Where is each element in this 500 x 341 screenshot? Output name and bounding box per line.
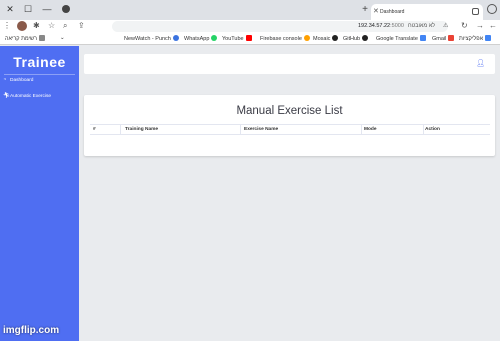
sidebar-divider: [4, 74, 75, 75]
browser-titlebar: ✕ ☐ — + ✕ Dashboard: [0, 0, 500, 20]
more-menu-icon[interactable]: ⋮: [3, 21, 11, 30]
new-tab-button[interactable]: +: [362, 4, 368, 15]
mosaic-icon: [332, 35, 339, 41]
user-icon[interactable]: 👤︎: [476, 59, 485, 67]
sidebar-item-automatic-exercise[interactable]: 🏃︎Automatic Exercise: [3, 92, 51, 101]
brand-title[interactable]: Trainee: [0, 54, 79, 70]
bookmarks-overflow-icon[interactable]: ⌄: [60, 35, 65, 41]
profile-avatar[interactable]: [17, 21, 27, 31]
column-header-number: #: [93, 127, 96, 132]
chrome-menu-icon[interactable]: [487, 4, 497, 14]
browser-tab[interactable]: ✕ Dashboard: [371, 4, 483, 20]
back-icon[interactable]: ←: [489, 21, 497, 30]
bookmark-gmail[interactable]: Gmail: [432, 35, 455, 42]
running-person-icon: 🏃︎: [3, 93, 10, 99]
minimize-window-icon[interactable]: —: [39, 2, 55, 16]
url-text: 192.34.57.22:5000: [358, 23, 404, 29]
bookmark-punch[interactable]: NewWatch - Punch: [124, 35, 179, 42]
column-header-mode: Mode: [364, 127, 377, 132]
gmail-icon: [448, 35, 455, 41]
zoom-icon[interactable]: ⌕: [63, 21, 67, 31]
top-navbar: 👤︎: [84, 54, 495, 74]
punch-icon: [172, 35, 179, 41]
insecure-label: לא מאובטח: [408, 23, 436, 29]
column-header-action: Action: [425, 127, 440, 132]
page-title: Manual Exercise List: [236, 105, 343, 117]
tab-title: Dashboard: [380, 9, 405, 15]
bookmark-firebase[interactable]: Firebase console: [260, 35, 310, 42]
bookmark-translate[interactable]: Google Translate: [376, 35, 426, 42]
youtube-icon: [245, 35, 252, 41]
close-window-icon[interactable]: ✕: [2, 2, 18, 16]
reload-icon[interactable]: ↻: [461, 21, 468, 30]
bookmark-github[interactable]: GitHub: [343, 35, 369, 42]
sidebar-item-dashboard[interactable]: ◔ Dashboard: [3, 76, 33, 85]
dashboard-icon: ◔: [3, 77, 7, 83]
bookmark-mosaic[interactable]: Mosaic: [313, 35, 339, 42]
browser-toolbar: ⋮ ✱ ☆ ⌕ ⇪ 192.34.57.22:5000 לא מאובטח ⚠ …: [0, 20, 500, 33]
tab-search-icon[interactable]: [62, 5, 70, 13]
extensions-icon[interactable]: ✱: [33, 21, 40, 30]
maximize-window-icon[interactable]: ☐: [20, 2, 36, 16]
bookmark-whatsapp[interactable]: WhatsApp: [184, 35, 218, 42]
table-header: # Training Name Exercise Name Mode Actio…: [90, 124, 490, 135]
tab-close-icon[interactable]: ✕: [373, 7, 379, 15]
bookmarks-bar: ⌄ רשימת קריאה NewWatch - Punch WhatsApp …: [0, 33, 500, 45]
bookmark-star-icon[interactable]: ☆: [48, 21, 55, 30]
address-bar[interactable]: 192.34.57.22:5000 לא מאובטח ⚠: [112, 21, 448, 32]
imgflip-watermark: imgflip.com: [3, 325, 60, 336]
translate-icon: [419, 35, 426, 41]
bookmark-youtube[interactable]: YouTube: [222, 35, 252, 42]
sidebar: Trainee ◔ Dashboard 🏃︎Automatic Exercise: [0, 46, 79, 341]
tab-favicon-icon: [472, 8, 479, 15]
share-icon[interactable]: ⇪: [78, 21, 85, 30]
page-content: Trainee ◔ Dashboard 🏃︎Automatic Exercise …: [0, 46, 500, 341]
apps-icon: [485, 35, 492, 41]
bookmark-apps[interactable]: אפליקציות: [459, 35, 492, 42]
warning-icon[interactable]: ⚠: [443, 22, 448, 29]
forward-icon[interactable]: →: [476, 21, 484, 30]
column-header-exercise-name: Exercise Name: [244, 127, 279, 132]
exercise-list-card: Manual Exercise List # Training Name Exe…: [84, 95, 495, 156]
whatsapp-icon: [211, 35, 218, 41]
bookmark-reading-list[interactable]: רשימת קריאה: [5, 35, 45, 42]
github-icon: [362, 35, 369, 41]
column-header-training-name: Training Name: [125, 127, 159, 132]
firebase-icon: [303, 35, 310, 41]
